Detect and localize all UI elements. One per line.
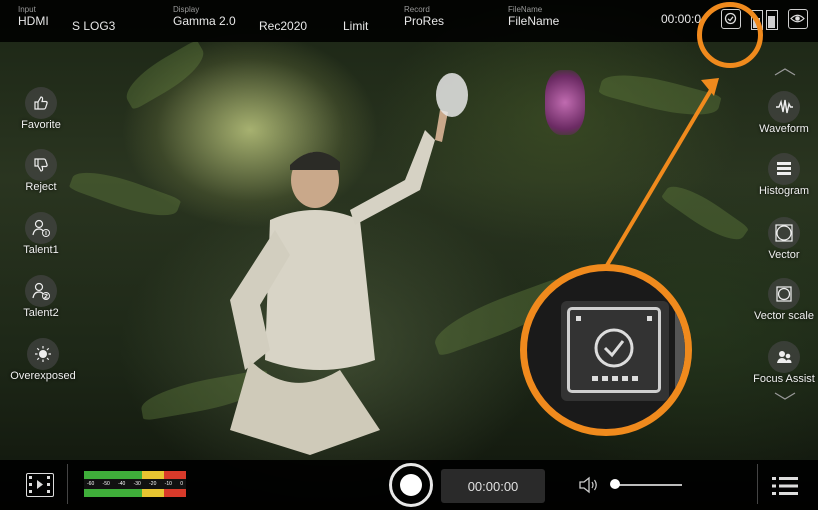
- favorite-label: Favorite: [21, 119, 61, 131]
- record-button[interactable]: [389, 463, 433, 507]
- battery-icon: [766, 10, 778, 30]
- overexposed-label: Overexposed: [10, 370, 76, 382]
- chevron-down-icon[interactable]: [770, 388, 800, 400]
- meter-tick: -10: [164, 481, 172, 487]
- display-status[interactable]: Display Gamma 2.0: [173, 5, 236, 29]
- vector-icon: [768, 217, 800, 249]
- meter-bar-top: [84, 471, 186, 479]
- talent-2-icon: [25, 275, 57, 307]
- vector-scale-button[interactable]: Vector scale: [744, 278, 818, 322]
- meter-tick: -60: [87, 481, 95, 487]
- filename-status[interactable]: FileName FileName: [508, 5, 559, 29]
- orchid-flower: [545, 70, 585, 135]
- meter-tick: -20: [149, 481, 157, 487]
- meter-bar-bottom: [84, 489, 186, 497]
- vector-label: Vector: [768, 249, 800, 261]
- reject-button[interactable]: Reject: [1, 149, 81, 193]
- log-format[interactable]: S LOG3: [72, 19, 115, 33]
- reject-label: Reject: [25, 181, 57, 193]
- record-value: ProRes: [404, 14, 445, 28]
- playback-icon[interactable]: [26, 473, 54, 497]
- meter-tick: -40: [118, 481, 126, 487]
- waveform-button[interactable]: Waveform: [744, 91, 818, 135]
- callout-zoom-bubble: [520, 264, 692, 436]
- talent2-button[interactable]: Talent2: [1, 275, 81, 319]
- vector-scale-label: Vector scale: [754, 310, 814, 322]
- thumbs-up-icon: [25, 87, 57, 119]
- callout-highlight-small: [697, 2, 763, 68]
- focus-assist-button[interactable]: Focus Assist: [744, 341, 818, 385]
- record-label: Record: [404, 5, 430, 14]
- color-space[interactable]: Rec2020: [259, 19, 307, 33]
- eye-icon[interactable]: [788, 9, 808, 29]
- vector-scale-icon: [768, 278, 800, 310]
- display-label: Display: [173, 5, 200, 14]
- foliage: [598, 64, 722, 126]
- speaker-icon[interactable]: [578, 476, 600, 494]
- range-setting[interactable]: Limit: [343, 19, 368, 33]
- meter-tick: 0: [180, 481, 183, 487]
- divider: [757, 464, 758, 504]
- menu-icon[interactable]: [770, 473, 800, 499]
- talent-1-icon: [25, 212, 57, 244]
- histogram-button[interactable]: Histogram: [744, 153, 818, 197]
- status-top-bar: Input HDMI S LOG3 Display Gamma 2.0 Rec2…: [0, 0, 818, 42]
- meter-tick: -50: [102, 481, 110, 487]
- volume-slider-track[interactable]: [612, 484, 682, 486]
- foliage: [68, 162, 182, 226]
- input-value: HDMI: [18, 14, 49, 28]
- record-status[interactable]: Record ProRes: [404, 5, 444, 29]
- chevron-up-icon[interactable]: [770, 64, 800, 76]
- meter-scale: -60 -50 -40 -30 -20 -10 0: [84, 479, 186, 489]
- media-check-icon: [567, 307, 661, 393]
- filename-label: FileName: [508, 5, 543, 14]
- favorite-button[interactable]: Favorite: [1, 87, 81, 131]
- meter-tick: -30: [133, 481, 141, 487]
- divider: [67, 464, 68, 504]
- filename-value: FileName: [508, 14, 560, 28]
- talent1-label: Talent1: [23, 244, 59, 256]
- volume-slider-handle[interactable]: [610, 479, 620, 489]
- vector-button[interactable]: Vector: [744, 217, 818, 261]
- waveform-label: Waveform: [759, 123, 809, 135]
- overexposed-button[interactable]: Overexposed: [3, 338, 83, 382]
- waveform-icon: [768, 91, 800, 123]
- foliage: [660, 176, 750, 250]
- focus-assist-icon: [768, 341, 800, 373]
- camera-live-view: [0, 0, 818, 510]
- talent1-button[interactable]: Talent1: [1, 212, 81, 256]
- person-figure: [230, 73, 468, 455]
- audio-level-meter: -60 -50 -40 -30 -20 -10 0: [84, 471, 186, 498]
- monitor-screen: Input HDMI S LOG3 Display Gamma 2.0 Rec2…: [0, 0, 818, 510]
- talent2-label: Talent2: [23, 307, 59, 319]
- histogram-icon: [768, 153, 800, 185]
- display-value: Gamma 2.0: [173, 14, 236, 28]
- input-status[interactable]: Input HDMI: [18, 5, 49, 29]
- overexposed-icon: [27, 338, 59, 370]
- histogram-label: Histogram: [758, 185, 810, 197]
- top-timecode: 00:00:0: [661, 12, 702, 26]
- thumbs-down-icon: [25, 149, 57, 181]
- record-dot-icon: [400, 474, 422, 496]
- input-label: Input: [18, 5, 36, 14]
- timecode-display: 00:00:00: [441, 469, 545, 503]
- focus-assist-label: Focus Assist: [753, 373, 815, 385]
